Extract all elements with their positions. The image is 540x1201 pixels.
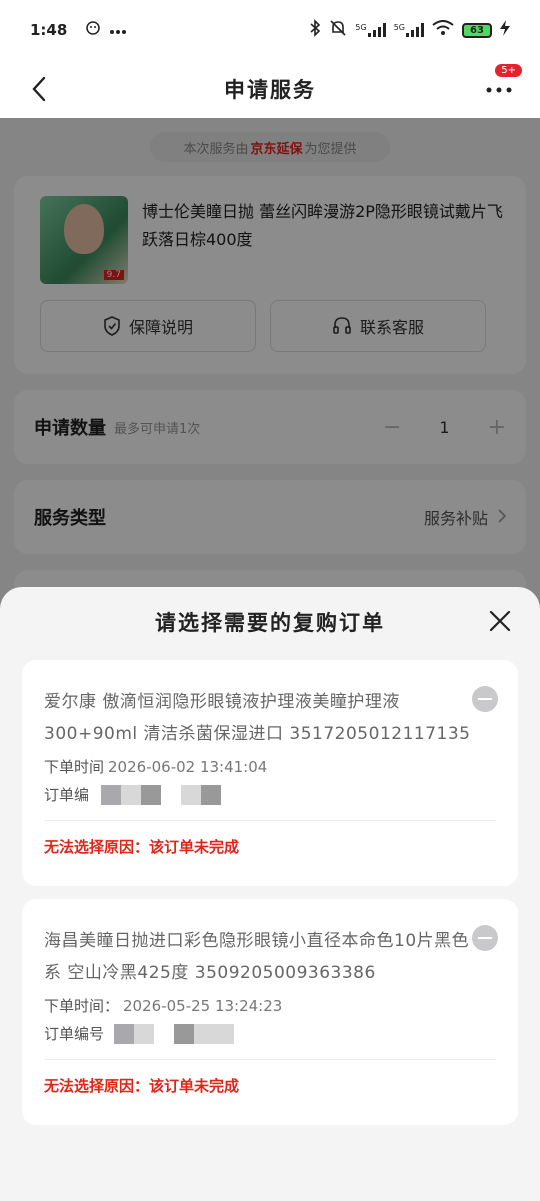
redacted-mosaic	[114, 1023, 235, 1044]
bluetooth-icon	[309, 19, 321, 41]
unselectable-reason: 无法选择原因：该订单未完成	[44, 838, 240, 856]
page-title: 申请服务	[224, 78, 316, 102]
order-time-row: 下单时间 2026-06-02 13:41:04	[44, 756, 267, 777]
battery-icon: 63	[462, 22, 492, 38]
signal-5g-icon: 5G	[394, 23, 424, 37]
mute-icon	[329, 19, 347, 41]
order-time-value: 2026-05-25 13:24:23	[123, 996, 283, 1015]
order-product-name: 海昌美瞳日抛进口彩色隐形眼镜小直径本命色10片黑色系 空山冷黑425度 3509…	[44, 931, 470, 983]
divider	[44, 820, 496, 821]
order-time-value: 2026-06-02 13:41:04	[108, 757, 268, 776]
sheet-title: 请选择需要的复购订单	[155, 611, 385, 635]
unselectable-reason: 无法选择原因：该订单未完成	[44, 1077, 240, 1095]
more-dots-icon	[109, 21, 127, 39]
status-bar: 1:48 5G 5G 63	[0, 0, 540, 60]
order-number-label: 订单编	[44, 786, 90, 804]
order-product-name: 爱尔康 傲滴恒润隐形眼镜液护理液美瞳护理液300+90ml 清洁杀菌保湿进口 3…	[44, 692, 471, 744]
charging-icon	[500, 20, 510, 40]
order-number-row: 订单编	[44, 784, 222, 805]
order-number-label: 订单编号	[44, 1025, 105, 1043]
select-order-sheet: 请选择需要的复购订单 爱尔康 傲滴恒润隐形眼镜液护理液美瞳护理液300+90ml…	[0, 587, 540, 1201]
app-notification-icon	[85, 21, 101, 39]
close-icon	[489, 610, 511, 632]
order-time-label: 下单时间：	[44, 997, 120, 1015]
close-button[interactable]	[488, 609, 512, 633]
unselectable-icon	[472, 925, 498, 951]
more-dots-icon	[486, 74, 512, 99]
order-time-row: 下单时间： 2026-05-25 13:24:23	[44, 995, 282, 1016]
order-card[interactable]: 爱尔康 傲滴恒润隐形眼镜液护理液美瞳护理液300+90ml 清洁杀菌保湿进口 3…	[22, 660, 518, 886]
order-time-label: 下单时间	[44, 758, 105, 776]
order-number-row: 订单编号	[44, 1023, 235, 1044]
more-menu-button[interactable]	[484, 74, 514, 104]
top-nav: 申请服务 5+	[0, 60, 540, 118]
order-card[interactable]: 海昌美瞳日抛进口彩色隐形眼镜小直径本命色10片黑色系 空山冷黑425度 3509…	[22, 899, 518, 1125]
redacted-mosaic	[101, 784, 222, 805]
status-time: 1:48	[30, 21, 68, 39]
signal-5g-icon: 5G	[355, 23, 386, 37]
divider	[44, 1059, 496, 1060]
back-button[interactable]	[24, 72, 54, 106]
chevron-left-icon	[32, 76, 46, 102]
unselectable-icon	[472, 686, 498, 712]
wifi-icon	[432, 20, 454, 40]
message-badge: 5+	[495, 64, 522, 77]
